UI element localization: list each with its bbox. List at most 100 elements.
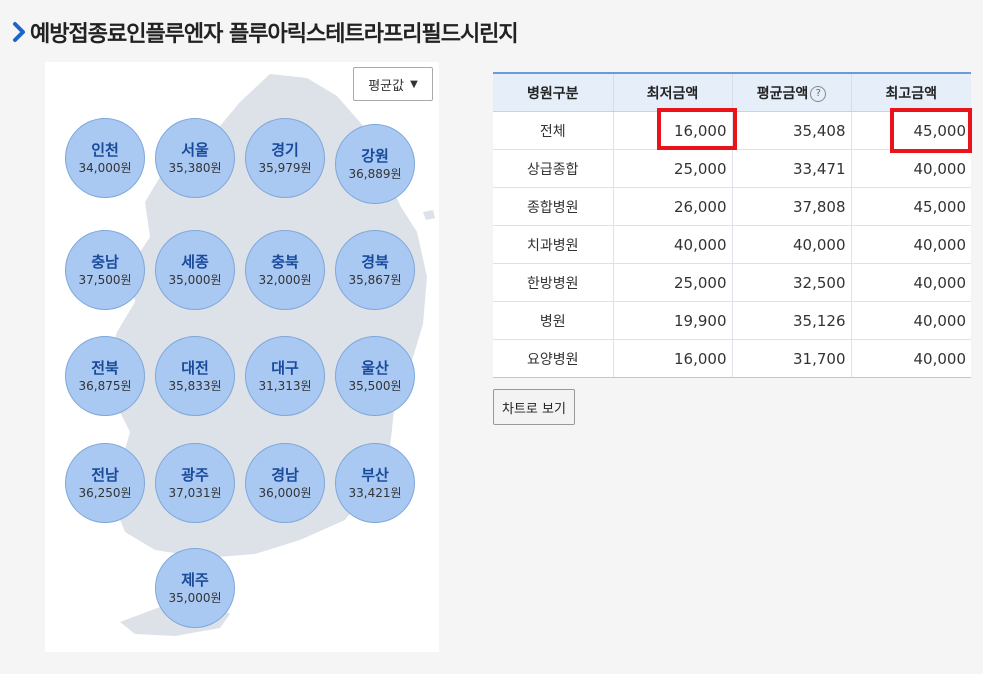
- region-gyeongbuk[interactable]: 경북 35,867원: [335, 230, 415, 310]
- region-price: 35,000원: [168, 273, 222, 287]
- cell-max-price: 45,000: [850, 187, 971, 226]
- cell-avg-price: 33,471: [731, 149, 851, 188]
- cell-hospital-type: 치과병원: [493, 225, 613, 264]
- region-ulsan[interactable]: 울산 35,500원: [335, 336, 415, 416]
- cell-max-price: 40,000: [850, 263, 971, 302]
- cell-max-price: 40,000: [850, 225, 971, 264]
- cell-avg-price: 32,500: [731, 263, 851, 302]
- table-header-row: 병원구분 최저금액 평균금액? 최고금액: [493, 73, 971, 112]
- region-gyeonggi[interactable]: 경기 35,979원: [245, 118, 325, 198]
- hospital-price-table: 병원구분 최저금액 평균금액? 최고금액 전체 16,000 35,408 45…: [493, 72, 971, 378]
- table-row: 한방병원 25,000 32,500 40,000: [493, 263, 971, 302]
- table-row: 종합병원 26,000 37,808 45,000: [493, 187, 971, 226]
- region-name: 인천: [91, 141, 119, 159]
- region-name: 충남: [91, 253, 119, 271]
- region-price: 37,031원: [168, 486, 222, 500]
- region-price: 36,889원: [348, 167, 402, 181]
- region-sejong[interactable]: 세종 35,000원: [155, 230, 235, 310]
- chevron-right-icon: [13, 22, 25, 42]
- cell-min-price: 19,900: [612, 301, 732, 340]
- cell-hospital-type: 상급종합: [493, 149, 613, 188]
- chevron-down-icon: ▼: [410, 78, 418, 90]
- cell-max-price: 40,000: [850, 339, 971, 378]
- header-avg-price-label: 평균금액: [756, 85, 809, 102]
- cell-hospital-type: 한방병원: [493, 263, 613, 302]
- cell-min-price: 16,000: [612, 111, 732, 150]
- table-row: 요양병원 16,000 31,700 40,000: [493, 339, 971, 378]
- cell-hospital-type: 전체: [493, 111, 613, 150]
- region-gwangju[interactable]: 광주 37,031원: [155, 443, 235, 523]
- table-row: 상급종합 25,000 33,471 40,000: [493, 149, 971, 188]
- region-price: 35,979원: [258, 161, 312, 175]
- cell-avg-price: 35,408: [731, 111, 851, 150]
- region-price: 35,833원: [168, 379, 222, 393]
- region-price: 31,313원: [258, 379, 312, 393]
- region-price: 36,250원: [78, 486, 132, 500]
- region-name: 서울: [181, 141, 209, 159]
- cell-min-price: 25,000: [612, 149, 732, 188]
- region-jeonnam[interactable]: 전남 36,250원: [65, 443, 145, 523]
- cell-avg-price: 35,126: [731, 301, 851, 340]
- header-avg-price: 평균금액?: [731, 73, 851, 112]
- region-price: 32,000원: [258, 273, 312, 287]
- cell-min-price: 40,000: [612, 225, 732, 264]
- region-map-panel: 평균값 ▼ 인천 34,000원 서울 35,380원 경기 35,979원 강…: [45, 62, 439, 652]
- statistic-select[interactable]: 평균값 ▼: [353, 67, 433, 101]
- region-gangwon[interactable]: 강원 36,889원: [335, 124, 415, 204]
- region-name: 전북: [91, 359, 119, 377]
- region-name: 대전: [181, 359, 209, 377]
- region-daegu[interactable]: 대구 31,313원: [245, 336, 325, 416]
- header-min-price: 최저금액: [612, 73, 732, 112]
- cell-min-price: 16,000: [612, 339, 732, 378]
- region-price: 35,380원: [168, 161, 222, 175]
- region-price: 36,875원: [78, 379, 132, 393]
- statistic-select-value: 평균값: [368, 78, 405, 94]
- region-price: 35,867원: [348, 273, 402, 287]
- region-name: 경북: [361, 253, 389, 271]
- region-name: 제주: [181, 571, 209, 589]
- region-name: 충북: [271, 253, 299, 271]
- region-seoul[interactable]: 서울 35,380원: [155, 118, 235, 198]
- table-row: 병원 19,900 35,126 40,000: [493, 301, 971, 340]
- region-price: 34,000원: [78, 161, 132, 175]
- region-name: 울산: [361, 359, 389, 377]
- table-row: 전체 16,000 35,408 45,000: [493, 111, 971, 150]
- cell-avg-price: 37,808: [731, 187, 851, 226]
- region-gyeongnam[interactable]: 경남 36,000원: [245, 443, 325, 523]
- region-incheon[interactable]: 인천 34,000원: [65, 118, 145, 198]
- region-name: 경남: [271, 466, 299, 484]
- region-name: 강원: [361, 147, 389, 165]
- table-row: 치과병원 40,000 40,000 40,000: [493, 225, 971, 264]
- header-max-price: 최고금액: [850, 73, 971, 112]
- page-title: 예방접종료인플루엔자 플루아릭스테트라프리필드시린지: [30, 22, 519, 47]
- cell-min-price: 25,000: [612, 263, 732, 302]
- cell-max-price: 45,000: [850, 111, 971, 150]
- region-name: 세종: [181, 253, 209, 271]
- region-jeju[interactable]: 제주 35,000원: [155, 548, 235, 628]
- cell-max-price: 40,000: [850, 149, 971, 188]
- region-price: 35,500원: [348, 379, 402, 393]
- cell-hospital-type: 병원: [493, 301, 613, 340]
- region-price: 36,000원: [258, 486, 312, 500]
- question-circle-icon[interactable]: ?: [810, 85, 827, 102]
- cell-hospital-type: 종합병원: [493, 187, 613, 226]
- region-name: 대구: [271, 359, 299, 377]
- region-price: 37,500원: [78, 273, 132, 287]
- region-chungbuk[interactable]: 충북 32,000원: [245, 230, 325, 310]
- region-price: 33,421원: [348, 486, 402, 500]
- cell-hospital-type: 요양병원: [493, 339, 613, 378]
- title-row: 예방접종료인플루엔자 플루아릭스테트라프리필드시린지: [12, 14, 519, 50]
- chart-view-button[interactable]: 차트로 보기: [493, 389, 575, 425]
- cell-max-price: 40,000: [850, 301, 971, 340]
- region-daejeon[interactable]: 대전 35,833원: [155, 336, 235, 416]
- region-price: 35,000원: [168, 591, 222, 605]
- region-chungnam[interactable]: 충남 37,500원: [65, 230, 145, 310]
- region-name: 부산: [361, 466, 389, 484]
- region-busan[interactable]: 부산 33,421원: [335, 443, 415, 523]
- header-hospital-type: 병원구분: [493, 73, 613, 112]
- region-name: 전남: [91, 466, 119, 484]
- region-name: 경기: [271, 141, 299, 159]
- cell-avg-price: 31,700: [731, 339, 851, 378]
- cell-avg-price: 40,000: [731, 225, 851, 264]
- region-jeonbuk[interactable]: 전북 36,875원: [65, 336, 145, 416]
